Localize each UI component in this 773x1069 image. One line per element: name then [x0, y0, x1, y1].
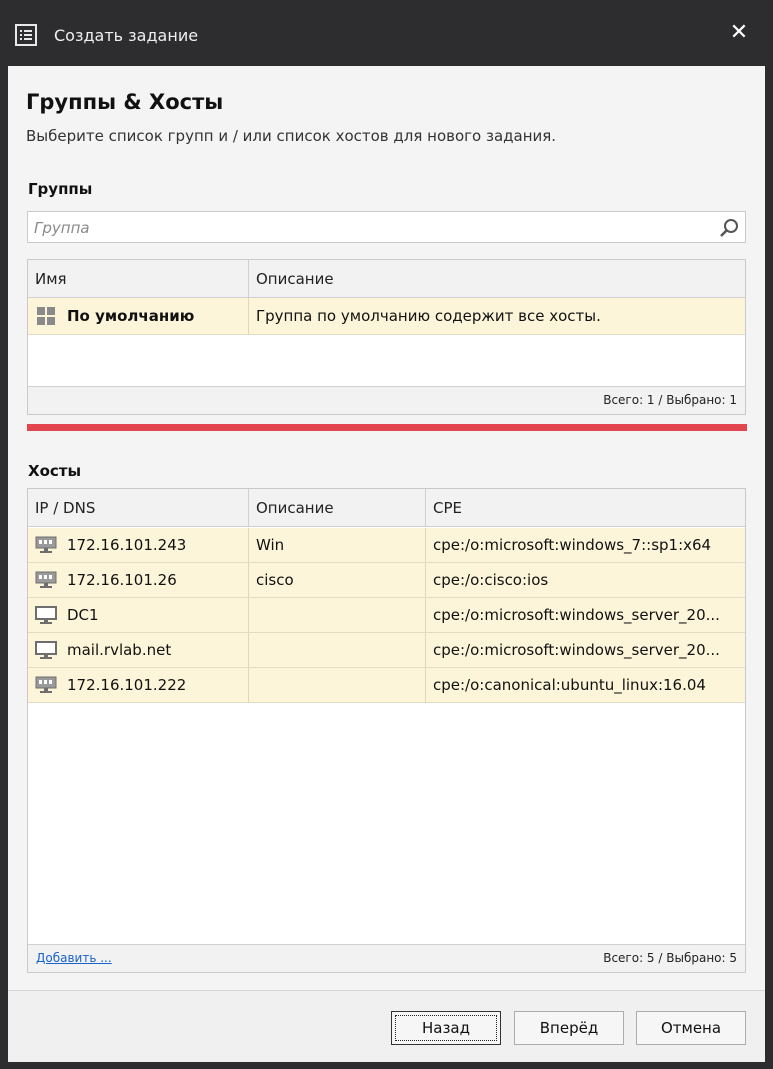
- host-description-cell: cisco: [249, 563, 426, 597]
- monitor-icon: [35, 606, 57, 624]
- page-title: Группы & Хосты: [26, 90, 224, 114]
- back-button[interactable]: Назад: [391, 1011, 501, 1045]
- host-description: Win: [256, 536, 285, 554]
- hosts-label: Хосты: [28, 462, 82, 480]
- host-address-cell: 172.16.101.26: [28, 563, 249, 597]
- table-row[interactable]: mail.rvlab.net cpe:/o:microsoft:windows_…: [28, 633, 745, 668]
- network-host-icon: [35, 536, 57, 553]
- host-cpe: cpe:/o:canonical:ubuntu_linux:16.04: [433, 676, 706, 694]
- group-search-input[interactable]: [34, 218, 704, 238]
- host-cpe-cell: cpe:/o:cisco:ios: [426, 563, 745, 597]
- groups-table-header: Имя Описание: [28, 260, 745, 298]
- hosts-table-footer: Добавить ... Всего: 5 / Выбрано: 5: [28, 944, 745, 972]
- hosts-stats: Всего: 5 / Выбрано: 5: [603, 951, 737, 965]
- cancel-button[interactable]: Отмена: [636, 1011, 746, 1045]
- title-bar: Создать задание ✕: [0, 0, 773, 66]
- button-bar: Назад Вперёд Отмена: [8, 990, 765, 1062]
- monitor-icon: [35, 641, 57, 659]
- page-subtitle: Выберите список групп и / или список хос…: [26, 127, 557, 145]
- groups-table-footer: Всего: 1 / Выбрано: 1: [28, 386, 745, 414]
- host-cpe-cell: cpe:/o:microsoft:windows_server_20...: [426, 598, 745, 632]
- dialog-window: Создать задание ✕ Группы & Хосты Выберит…: [0, 0, 773, 1069]
- host-address-cell: 172.16.101.243: [28, 528, 249, 562]
- host-address: 172.16.101.222: [67, 676, 187, 694]
- table-row[interactable]: 172.16.101.222 cpe:/o:canonical:ubuntu_l…: [28, 668, 745, 703]
- host-address: mail.rvlab.net: [67, 641, 172, 659]
- table-row[interactable]: DC1 cpe:/o:microsoft:windows_server_20..…: [28, 598, 745, 633]
- group-description-cell: Группа по умолчанию содержит все хосты.: [249, 298, 745, 334]
- close-icon: ✕: [729, 20, 749, 45]
- add-host-link[interactable]: Добавить ...: [36, 951, 112, 965]
- groups-stats: Всего: 1 / Выбрано: 1: [603, 393, 737, 407]
- group-name-cell: По умолчанию: [28, 298, 249, 334]
- window-title: Создать задание: [54, 26, 199, 45]
- host-address-cell: DC1: [28, 598, 249, 632]
- groups-table: Имя Описание По умолчанию Группа по умол…: [27, 259, 746, 415]
- groups-label: Группы: [28, 180, 93, 198]
- host-address-cell: 172.16.101.222: [28, 668, 249, 702]
- group-name: По умолчанию: [67, 307, 195, 325]
- host-cpe: cpe:/o:cisco:ios: [433, 571, 549, 589]
- host-address: 172.16.101.26: [67, 571, 177, 589]
- host-description-cell: [249, 633, 426, 667]
- section-divider: [27, 424, 747, 431]
- host-address: DC1: [67, 606, 99, 624]
- host-cpe-cell: cpe:/o:microsoft:windows_7::sp1:x64: [426, 528, 745, 562]
- groups-col-description[interactable]: Описание: [249, 260, 745, 298]
- host-address: 172.16.101.243: [67, 536, 187, 554]
- group-grid-icon: [37, 307, 55, 325]
- groups-col-name[interactable]: Имя: [28, 260, 249, 298]
- search-icon[interactable]: [718, 217, 740, 239]
- table-row[interactable]: 172.16.101.243 Win cpe:/o:microsoft:wind…: [28, 528, 745, 563]
- host-cpe: cpe:/o:microsoft:windows_server_20...: [433, 606, 720, 624]
- table-row[interactable]: По умолчанию Группа по умолчанию содержи…: [28, 298, 745, 335]
- host-description-cell: Win: [249, 528, 426, 562]
- table-row[interactable]: 172.16.101.26 cisco cpe:/o:cisco:ios: [28, 563, 745, 598]
- host-cpe-cell: cpe:/o:microsoft:windows_server_20...: [426, 633, 745, 667]
- host-description-cell: [249, 598, 426, 632]
- host-address-cell: mail.rvlab.net: [28, 633, 249, 667]
- hosts-col-cpe[interactable]: CPE: [426, 489, 745, 527]
- close-button[interactable]: ✕: [726, 20, 752, 46]
- host-cpe: cpe:/o:microsoft:windows_server_20...: [433, 641, 720, 659]
- next-button[interactable]: Вперёд: [514, 1011, 624, 1045]
- hosts-table-header: IP / DNS Описание CPE: [28, 489, 745, 527]
- hosts-col-description[interactable]: Описание: [249, 489, 426, 527]
- task-list-icon: [15, 24, 37, 46]
- dialog-body: Группы & Хосты Выберите список групп и /…: [8, 66, 765, 1062]
- host-description-cell: [249, 668, 426, 702]
- hosts-table: IP / DNS Описание CPE 172.16.101.243 Win: [27, 488, 746, 973]
- network-host-icon: [35, 676, 57, 693]
- host-cpe: cpe:/o:microsoft:windows_7::sp1:x64: [433, 536, 712, 554]
- host-cpe-cell: cpe:/o:canonical:ubuntu_linux:16.04: [426, 668, 745, 702]
- network-host-icon: [35, 571, 57, 588]
- host-description: cisco: [256, 571, 294, 589]
- hosts-col-address[interactable]: IP / DNS: [28, 489, 249, 527]
- group-search-box: [27, 211, 746, 243]
- group-description: Группа по умолчанию содержит все хосты.: [256, 307, 601, 325]
